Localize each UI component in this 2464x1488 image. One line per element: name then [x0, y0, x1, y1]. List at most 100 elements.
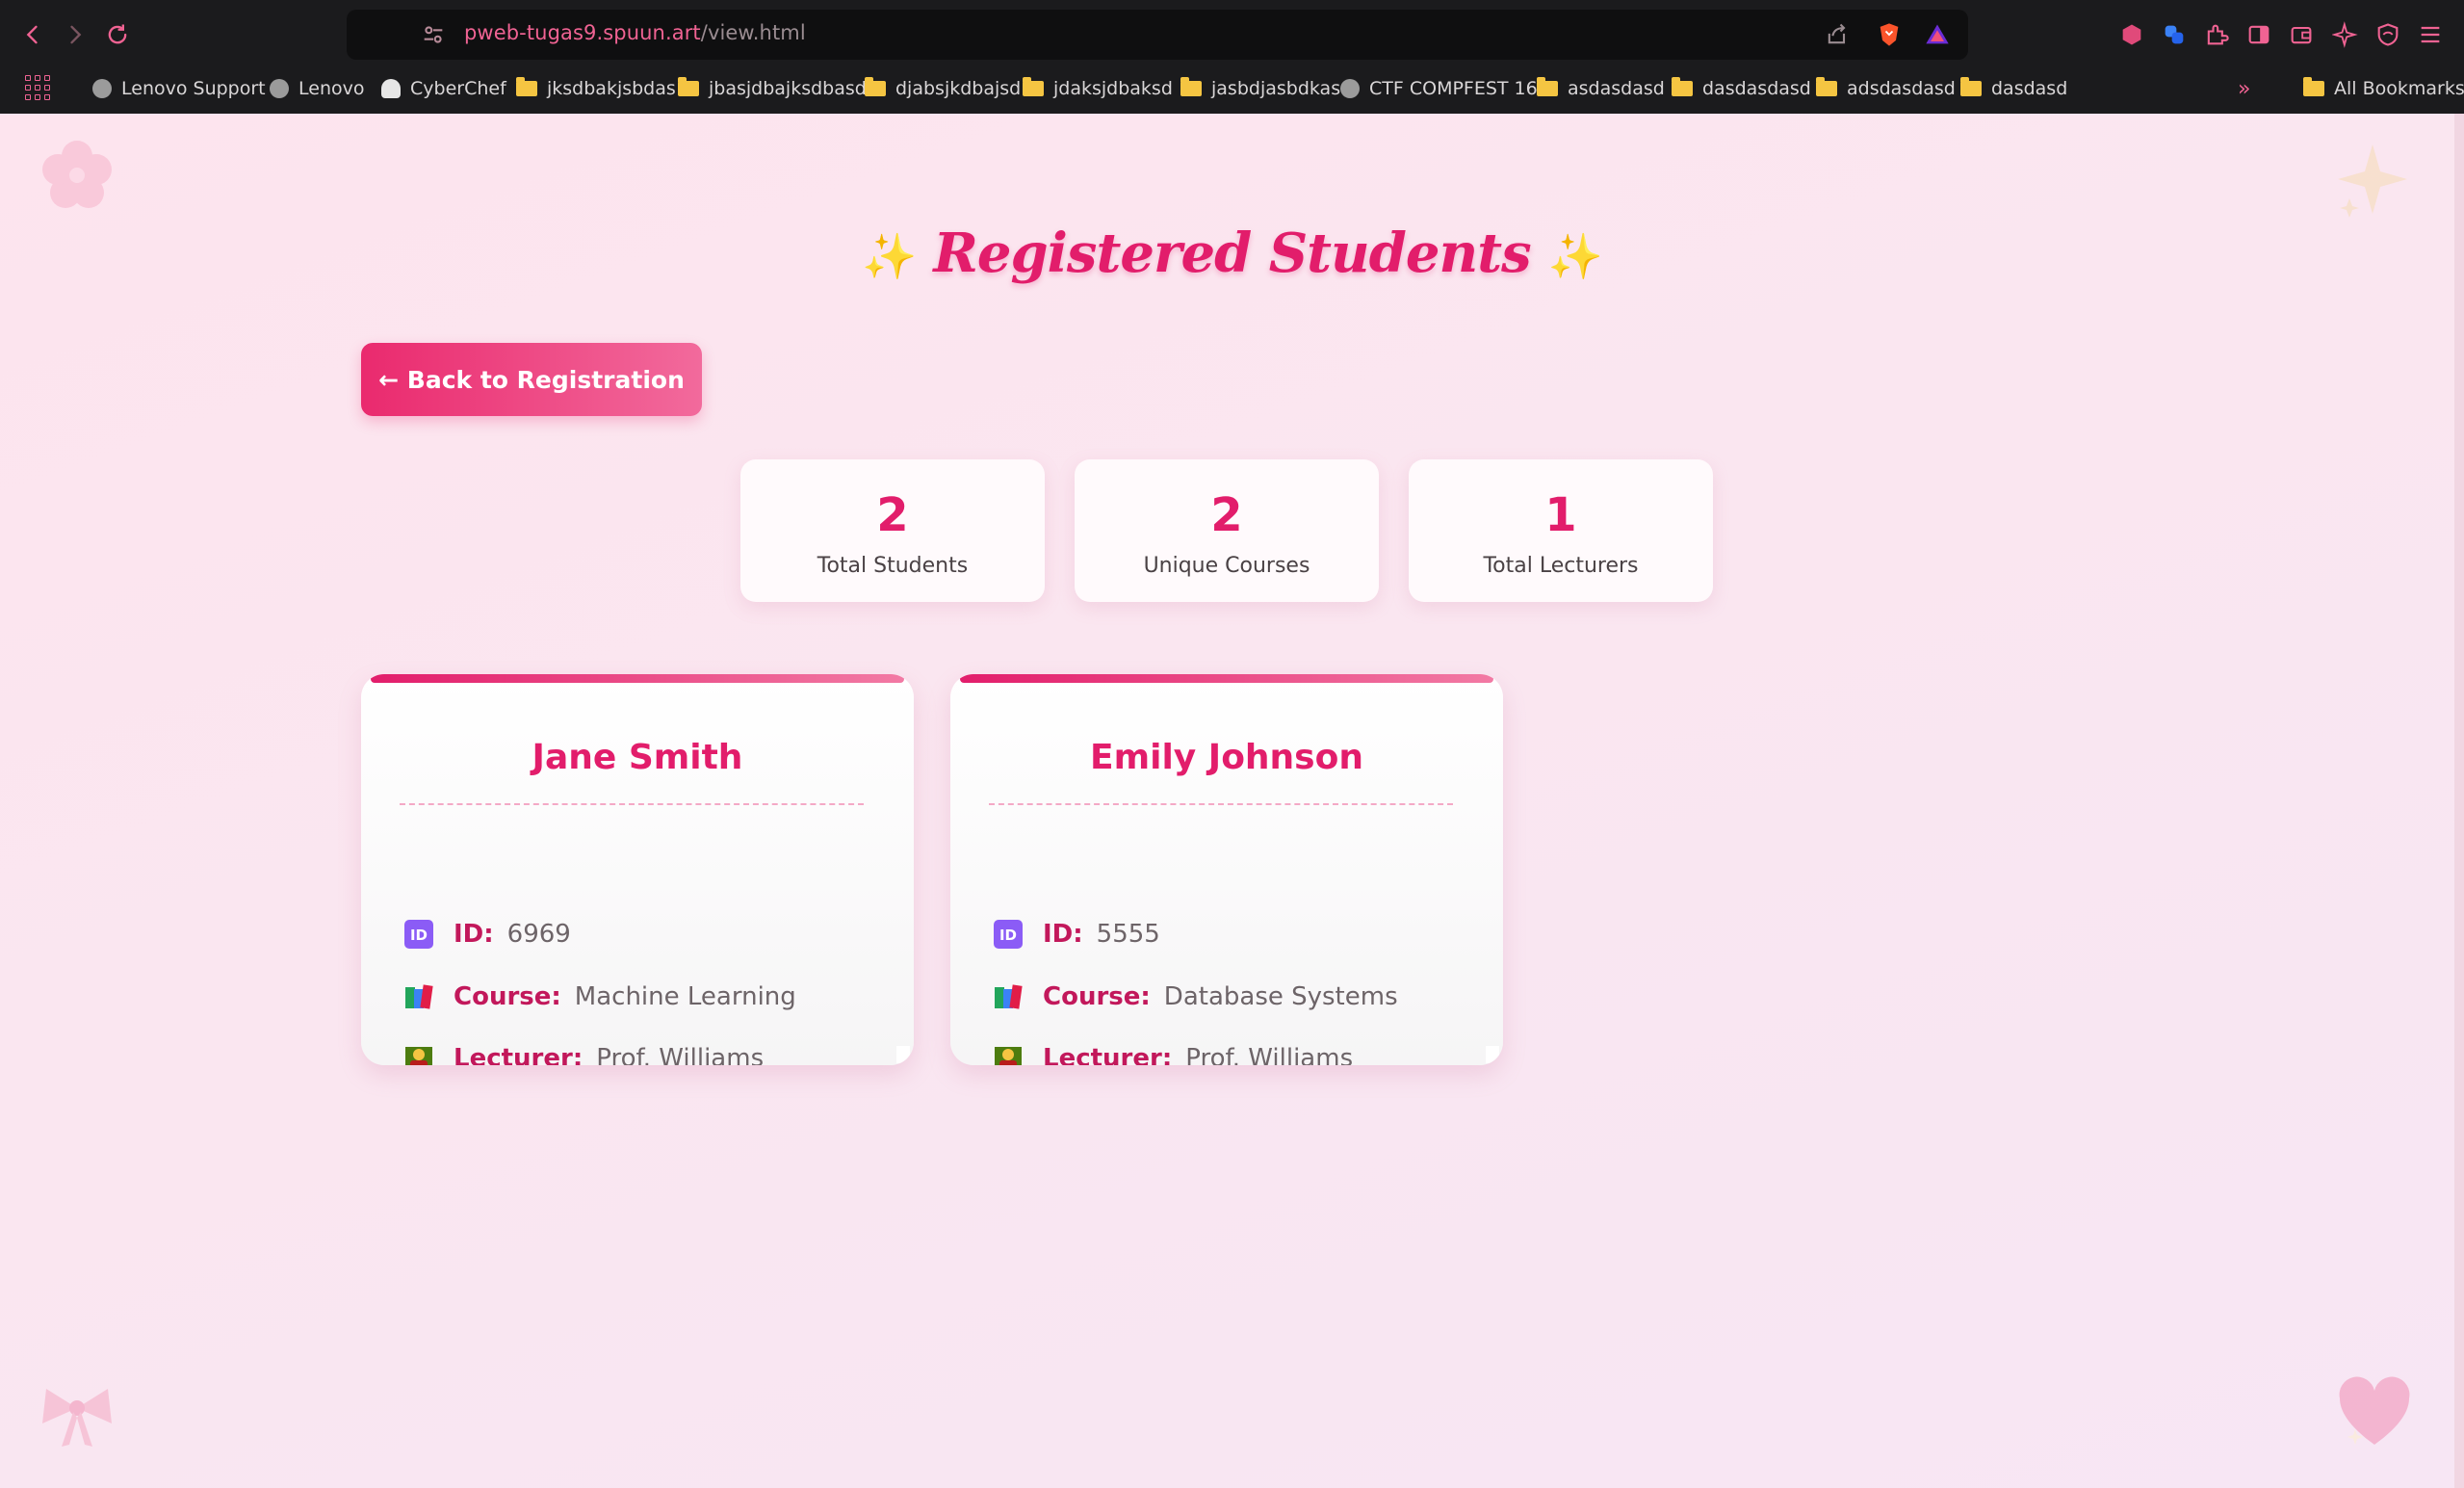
student-course-row: Course: Machine Learning — [403, 978, 796, 1016]
folder-icon — [1672, 77, 1693, 96]
folder-icon — [1180, 77, 1202, 96]
bookmark-item[interactable]: Lenovo — [270, 73, 364, 104]
stat-card-total-students: 2 Total Students — [740, 459, 1045, 602]
stat-value: 1 — [1544, 488, 1577, 542]
stat-card-unique-courses: 2 Unique Courses — [1075, 459, 1379, 602]
bookmark-label: asdasdasd — [1568, 78, 1665, 99]
stat-value: 2 — [876, 488, 909, 542]
student-card: Jane Smith ID ID: 6969 Course: Machine L… — [361, 674, 914, 1065]
flower-decoration-icon — [39, 137, 116, 219]
url-path: /view.html — [700, 21, 806, 44]
scrollbar[interactable] — [2454, 114, 2464, 1488]
sparkle-right-icon: ✨ — [1547, 230, 1603, 282]
stat-card-total-lecturers: 1 Total Lecturers — [1409, 459, 1713, 602]
svg-text:ID: ID — [410, 927, 428, 944]
bookmark-item[interactable]: djabsjkdbajsd — [865, 73, 1021, 104]
teacher-icon — [993, 1043, 1024, 1065]
course-value: Database Systems — [1163, 982, 1398, 1011]
id-badge-icon: ID — [993, 919, 1024, 950]
all-bookmarks-button[interactable]: All Bookmarks — [2303, 73, 2464, 104]
student-name: Jane Smith — [532, 738, 743, 777]
url-host: pweb-tugas9.spuun.art — [464, 21, 701, 44]
bookmark-label: dasdasd — [1991, 78, 2068, 99]
wallet-icon[interactable] — [2286, 19, 2317, 50]
bookmark-item[interactable]: adsdasdasd — [1816, 73, 1956, 104]
bookmark-item[interactable]: jbasjdbajksdbasd — [678, 73, 867, 104]
folder-icon — [678, 77, 699, 96]
lecturer-value: Prof. Williams — [1185, 1044, 1354, 1065]
bookmark-label: CTF COMPFEST 16 — [1369, 78, 1538, 99]
card-divider — [989, 803, 1453, 805]
brave-shield-icon[interactable] — [1874, 19, 1905, 50]
student-lecturer-row: Lecturer: Prof. Williams — [993, 1039, 1353, 1065]
id-badge-icon: ID — [403, 919, 434, 950]
forward-nav-icon[interactable] — [58, 17, 92, 52]
course-label: Course: — [454, 982, 561, 1011]
extension-cube-icon[interactable] — [2116, 19, 2147, 50]
id-value: 5555 — [1096, 920, 1160, 949]
sidebar-icon[interactable] — [2244, 19, 2274, 50]
lecturer-label: Lecturer: — [1043, 1044, 1173, 1065]
bookmark-item[interactable]: CyberChef — [381, 73, 506, 104]
share-icon[interactable] — [1822, 19, 1853, 50]
lecturer-label: Lecturer: — [454, 1044, 584, 1065]
extensions-puzzle-icon[interactable] — [2201, 19, 2232, 50]
bookmark-item[interactable]: CTF COMPFEST 16 — [1340, 73, 1538, 104]
globe-icon — [270, 79, 289, 98]
page-title: ✨ Registered Students ✨ — [0, 222, 2464, 285]
url-text[interactable]: pweb-tugas9.spuun.art/view.html — [464, 21, 806, 44]
bookmark-item[interactable]: Lenovo Support — [92, 73, 266, 104]
site-info-icon[interactable] — [416, 17, 451, 52]
back-nav-icon[interactable] — [15, 17, 50, 52]
bookmark-item[interactable]: jdaksjdbaksd — [1023, 73, 1173, 104]
chef-icon — [381, 79, 401, 98]
card-divider — [400, 803, 864, 805]
bookmark-item[interactable]: jasbdjasbdkas — [1180, 73, 1340, 104]
student-lecturer-row: Lecturer: Prof. Williams — [403, 1039, 764, 1065]
student-course-row: Course: Database Systems — [993, 978, 1398, 1016]
menu-icon[interactable] — [2415, 19, 2446, 50]
folder-icon — [1023, 77, 1044, 96]
vpn-icon[interactable] — [2373, 19, 2403, 50]
bookmark-item[interactable]: dasdasd — [1960, 73, 2067, 104]
bookmark-label: jdaksjdbaksd — [1053, 78, 1173, 99]
student-id-row: ID ID: 6969 — [403, 915, 571, 953]
bow-decoration-icon — [39, 1385, 116, 1457]
folder-icon — [2303, 77, 2324, 96]
id-label: ID: — [454, 920, 494, 949]
extension-python-icon[interactable] — [2159, 19, 2190, 50]
bookmark-item[interactable]: asdasdasd — [1537, 73, 1665, 104]
student-name: Emily Johnson — [1090, 738, 1363, 777]
reload-icon[interactable] — [100, 17, 135, 52]
folder-icon — [1960, 77, 1982, 96]
all-bookmarks-label: All Bookmarks — [2334, 78, 2464, 99]
bookmark-label: dasdasdasd — [1702, 78, 1811, 99]
stat-label: Unique Courses — [1143, 554, 1310, 578]
page-content: ✨ Registered Students ✨ ← Back to Registra… — [0, 114, 2464, 1488]
sparkle-left-icon: ✨ — [862, 230, 917, 282]
leo-ai-icon[interactable] — [2330, 19, 2361, 50]
student-id-row: ID ID: 5555 — [993, 915, 1160, 953]
bookmark-label: adsdasdasd — [1847, 78, 1956, 99]
stat-value: 2 — [1210, 488, 1243, 542]
bookmark-label: Lenovo Support — [121, 78, 266, 99]
course-value: Machine Learning — [574, 982, 796, 1011]
globe-icon — [1340, 79, 1360, 98]
bookmark-label: Lenovo — [298, 78, 365, 99]
heart-decoration-icon — [2336, 1375, 2413, 1457]
bookmark-label: CyberChef — [410, 78, 506, 99]
student-card: Emily Johnson ID ID: 5555 Course: Databa… — [950, 674, 1503, 1065]
back-to-registration-button[interactable]: ← Back to Registration — [361, 343, 702, 416]
bookmark-item[interactable]: jksdbakjsbdas — [516, 73, 676, 104]
browser-toolbar: pweb-tugas9.spuun.art/view.html — [0, 0, 2464, 69]
apps-grid-icon[interactable] — [25, 75, 50, 100]
lecturer-value: Prof. Williams — [596, 1044, 765, 1065]
globe-icon — [92, 79, 112, 98]
bookmark-item[interactable]: dasdasdasd — [1672, 73, 1811, 104]
bookmarks-overflow-icon[interactable]: » — [2238, 73, 2250, 104]
books-icon — [993, 981, 1024, 1012]
card-corner — [896, 1046, 910, 1063]
folder-icon — [516, 77, 537, 96]
card-accent-bar — [371, 674, 904, 683]
brave-rewards-icon[interactable] — [1922, 19, 1953, 50]
